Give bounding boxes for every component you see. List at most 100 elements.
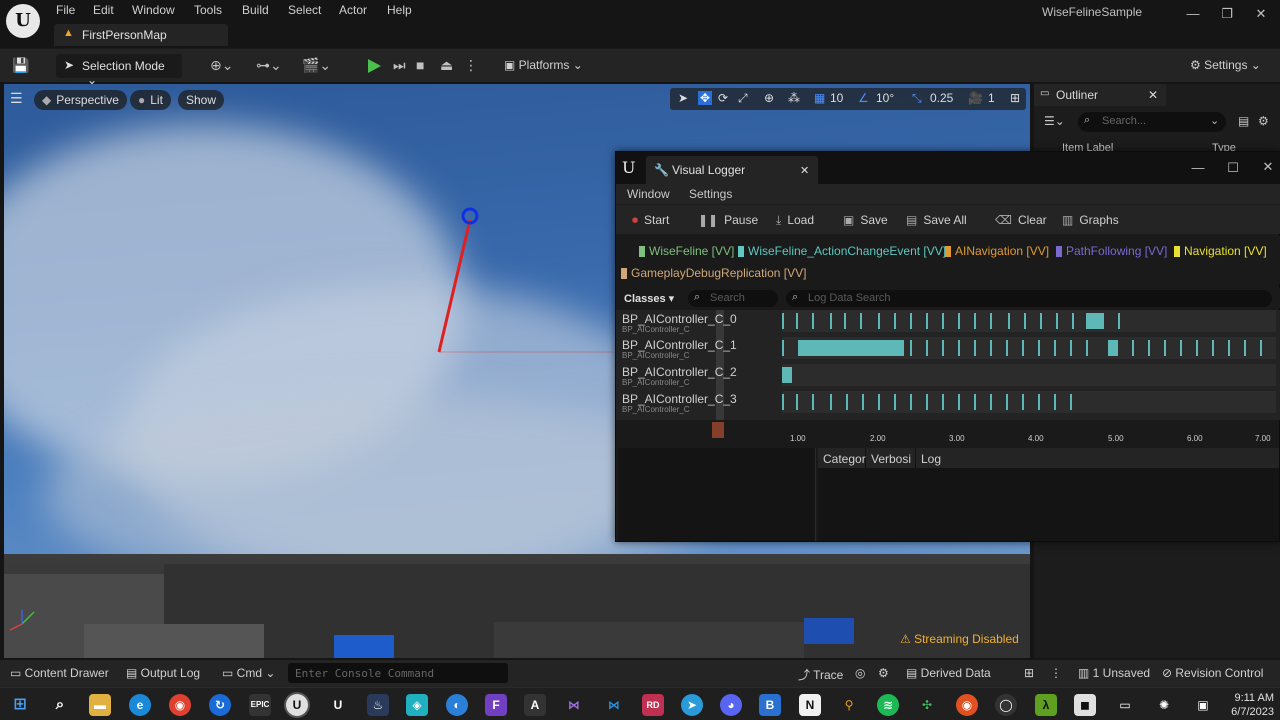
gear-icon[interactable]: ⚙: [1258, 114, 1269, 128]
steam-icon[interactable]: ♨: [367, 694, 389, 716]
app-icon[interactable]: ◯: [995, 694, 1017, 716]
app-icon[interactable]: ▣: [1192, 694, 1214, 716]
category-filter-gameplay-debug[interactable]: GameplayDebugReplication [VV]: [621, 264, 806, 282]
revision-control-button[interactable]: ⊘ Revision Control: [1162, 666, 1263, 680]
menu-help[interactable]: Help: [387, 3, 412, 17]
class-search-input[interactable]: ⌕ Search: [688, 290, 778, 307]
vl-menu-window[interactable]: Window: [627, 187, 670, 201]
settings-dropdown[interactable]: ⚙ Settings ⌄: [1190, 58, 1261, 72]
grid-snap-value[interactable]: 10: [830, 91, 843, 105]
graphs-button[interactable]: ▥ Graphs: [1062, 213, 1119, 227]
notion-icon[interactable]: N: [799, 694, 821, 716]
load-button[interactable]: ⤓ Load: [776, 213, 814, 228]
derived-data-button[interactable]: ▤ Derived Data: [906, 666, 991, 680]
column-verbosity[interactable]: Verbosi: [866, 448, 916, 468]
trace-button[interactable]: ⤴ Trace: [798, 666, 843, 683]
start-button[interactable]: ⏺ Start: [632, 213, 669, 228]
vscode-icon[interactable]: ⋈: [603, 694, 625, 716]
menu-build[interactable]: Build: [242, 3, 269, 17]
classes-dropdown[interactable]: Classes ▾: [624, 292, 674, 305]
chrome-icon[interactable]: ◉: [169, 694, 191, 716]
move-tool-icon[interactable]: ✥: [698, 91, 713, 105]
row-name[interactable]: BP_AIController_C_1: [622, 338, 737, 352]
unreal-taskbar-icon[interactable]: U: [327, 694, 349, 716]
camera-speed-value[interactable]: 1: [988, 91, 995, 105]
app-icon[interactable]: ◈: [406, 694, 428, 716]
app-icon[interactable]: ◼: [1074, 694, 1096, 716]
app-icon[interactable]: ▭: [1114, 694, 1136, 716]
save-icon[interactable]: 💾: [12, 57, 29, 74]
maximize-icon[interactable]: ❐: [1217, 6, 1237, 22]
outliner-search-input[interactable]: ⌕ Search... ⌄: [1078, 112, 1226, 132]
filter-icon[interactable]: ☰⌄: [1044, 114, 1065, 128]
save-button[interactable]: ▣ Save: [843, 213, 888, 227]
timeline-track-0[interactable]: [782, 310, 1276, 332]
eject-icon[interactable]: ⏏: [440, 57, 453, 74]
cinematics-icon[interactable]: 🎬⌄: [302, 57, 331, 74]
sync-icon[interactable]: ↻: [209, 694, 231, 716]
timeline-cursor-handle[interactable]: [712, 422, 724, 438]
camera-icon[interactable]: ◎: [855, 666, 865, 680]
telegram-icon[interactable]: ➤: [681, 694, 703, 716]
show-button[interactable]: Show: [178, 90, 225, 110]
close-icon[interactable]: ✕: [1251, 6, 1271, 22]
scale-tool-icon[interactable]: ⤢: [738, 91, 748, 106]
source-control-icon[interactable]: ⊞: [1024, 666, 1034, 680]
settings-icon[interactable]: ⚙: [878, 666, 889, 680]
menu-actor[interactable]: Actor: [339, 3, 367, 17]
save-all-button[interactable]: ▤ Save All: [906, 213, 967, 227]
vl-menu-settings[interactable]: Settings: [689, 187, 732, 201]
viewport-layout-icon[interactable]: ⊞: [1010, 91, 1020, 105]
close-icon[interactable]: ✕: [1258, 159, 1278, 175]
cmd-dropdown[interactable]: ▭ Cmd ⌄: [222, 666, 275, 680]
category-filter-wisefeline[interactable]: WiseFeline [VV]: [639, 242, 734, 260]
close-icon[interactable]: ✕: [1148, 88, 1158, 102]
rotate-tool-icon[interactable]: ⟳: [718, 91, 728, 105]
menu-window[interactable]: Window: [132, 3, 175, 17]
category-filter-ainavigation[interactable]: AINavigation [VV]: [945, 242, 1049, 260]
app-icon[interactable]: ⚲: [838, 694, 860, 716]
category-filter-action-change[interactable]: WiseFeline_ActionChangeEvent [VV]: [738, 242, 946, 260]
app-icon[interactable]: ◐: [446, 694, 468, 716]
hamburger-menu-icon[interactable]: ☰: [10, 90, 23, 107]
unreal-editor-taskbar-icon[interactable]: U: [286, 694, 308, 716]
minimize-icon[interactable]: —: [1183, 6, 1203, 21]
row-name[interactable]: BP_AIController_C_2: [622, 365, 737, 379]
output-log-button[interactable]: ▤ Output Log: [126, 666, 200, 680]
surface-snap-icon[interactable]: ⁂: [788, 91, 800, 105]
column-category[interactable]: Categor: [818, 448, 866, 468]
step-icon[interactable]: ⏭: [393, 57, 406, 74]
maximize-icon[interactable]: ☐: [1223, 160, 1243, 176]
selection-mode-dropdown[interactable]: ➤ Selection Mode ⌄: [56, 54, 182, 87]
visual-logger-tab[interactable]: 🔧 Visual Logger ✕: [646, 156, 818, 184]
blueprint-icon[interactable]: ⊶⌄: [256, 57, 282, 74]
add-folder-icon[interactable]: ▤: [1238, 114, 1249, 128]
world-space-icon[interactable]: ⊕: [764, 91, 774, 105]
tab-first-person-map[interactable]: ▲ FirstPersonMap: [54, 24, 228, 46]
camera-speed-icon[interactable]: 🎥: [968, 91, 983, 105]
unsaved-button[interactable]: ▥ 1 Unsaved: [1078, 666, 1150, 680]
app-icon[interactable]: A: [524, 694, 546, 716]
content-drawer-button[interactable]: ▭ Content Drawer: [10, 666, 109, 680]
timeline-track-3[interactable]: [782, 391, 1276, 413]
timeline-track-1[interactable]: [782, 337, 1276, 359]
file-explorer-icon[interactable]: ▬: [89, 694, 111, 716]
select-tool-icon[interactable]: ➤: [678, 91, 688, 105]
visual-studio-icon[interactable]: ⋈: [563, 694, 585, 716]
app-icon[interactable]: λ: [1035, 694, 1057, 716]
column-log[interactable]: Log: [916, 448, 1279, 468]
rotation-snap-icon[interactable]: ∠: [858, 91, 869, 105]
epic-games-icon[interactable]: EPIC: [249, 694, 271, 716]
perspective-button[interactable]: ◆ Perspective: [34, 90, 127, 110]
more-options-icon[interactable]: ⋮: [1050, 666, 1062, 680]
pause-button[interactable]: ❚❚ Pause: [698, 213, 758, 227]
renderdoc-icon[interactable]: RD: [642, 694, 664, 716]
row-name[interactable]: BP_AIController_C_0: [622, 312, 737, 326]
clear-button[interactable]: ⌫ Clear: [995, 213, 1047, 227]
platforms-dropdown[interactable]: ▣ Platforms ⌄: [504, 58, 583, 72]
lit-button[interactable]: ● Lit: [130, 90, 171, 110]
add-actor-icon[interactable]: ⊕⌄: [210, 57, 233, 74]
app-icon[interactable]: B: [759, 694, 781, 716]
category-filter-navigation[interactable]: Navigation [VV]: [1174, 242, 1267, 260]
row-name[interactable]: BP_AIController_C_3: [622, 392, 737, 406]
